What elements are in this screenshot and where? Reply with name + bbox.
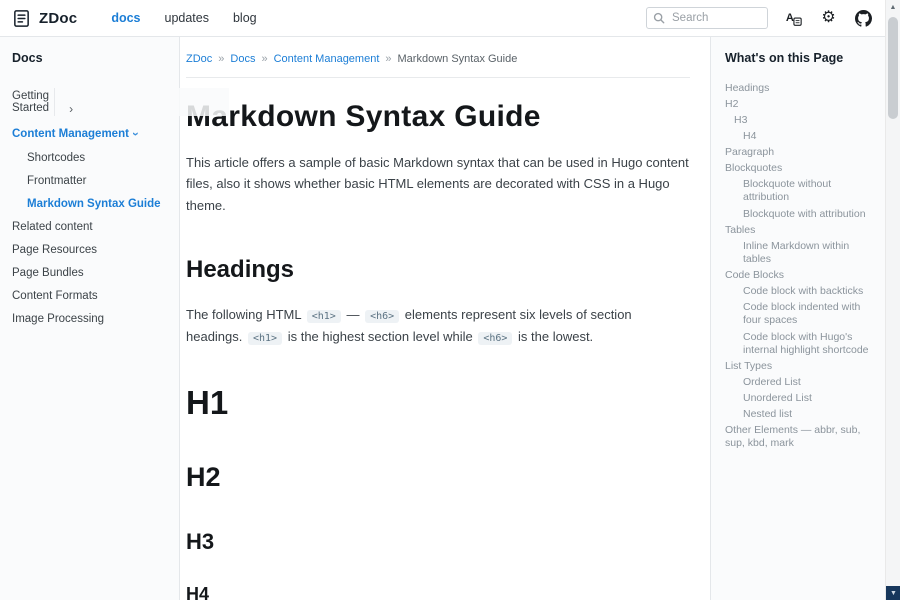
scroll-down-arrow[interactable]: ▼	[886, 586, 900, 600]
toc-item-list-types[interactable]: List Types	[725, 358, 877, 374]
sidebar-item-label: Related content	[12, 221, 93, 233]
toc-item-code-block-with-backticks[interactable]: Code block with backticks	[725, 284, 877, 300]
nav-link-updates[interactable]: updates	[165, 11, 209, 25]
github-icon[interactable]	[854, 9, 873, 28]
breadcrumb-item-content-management[interactable]: Content Management	[274, 53, 380, 65]
scrollbar[interactable]: ▲ ▼	[885, 0, 900, 600]
toc-item-code-block-with-hugo-s-internal-highlight-shortcode[interactable]: Code block with Hugo's internal highligh…	[725, 329, 877, 358]
paragraph-text: —	[343, 307, 363, 322]
topbar: ZDoc docs updates blog A	[0, 0, 885, 37]
toc-item-unordered-list[interactable]: Unordered List	[725, 391, 877, 407]
app-body: Docs Getting Started›Content Management›…	[0, 37, 885, 600]
sidebar-item-label: Content Formats	[12, 290, 98, 302]
app-window: ZDoc docs updates blog A	[0, 0, 900, 600]
sample-heading-h4: H4	[186, 585, 690, 600]
search-icon	[653, 12, 665, 24]
inline-code: <h6>	[478, 332, 512, 345]
breadcrumb-divider	[186, 77, 690, 78]
sample-heading-h1: H1	[186, 385, 690, 421]
sidebar-item-frontmatter[interactable]: Frontmatter	[12, 169, 171, 192]
sidebar-item-label: Frontmatter	[27, 175, 86, 187]
nav-link-blog[interactable]: blog	[233, 11, 257, 25]
toc-item-code-block-indented-with-four-spaces[interactable]: Code block indented with four spaces	[725, 300, 877, 329]
scroll-up-arrow[interactable]: ▲	[886, 0, 900, 15]
toc-item-other-elements-abbr-sub-sup-kbd-mark[interactable]: Other Elements — abbr, sub, sup, kbd, ma…	[725, 423, 877, 452]
toc-item-blockquote-with-attribution[interactable]: Blockquote with attribution	[725, 206, 877, 222]
topbar-nav: docs updates blog	[111, 11, 256, 25]
topbar-actions: A ⚙	[646, 7, 873, 29]
document-icon	[12, 9, 31, 28]
scrollbar-thumb[interactable]	[888, 17, 898, 119]
breadcrumb-separator: »	[261, 53, 267, 65]
breadcrumb-item-docs[interactable]: Docs	[230, 53, 255, 65]
inline-code: <h1>	[248, 332, 282, 345]
toc-title: What's on this Page	[725, 51, 877, 65]
chevron-down-icon: ›	[129, 132, 143, 136]
toc-item-tables[interactable]: Tables	[725, 222, 877, 238]
toc-item-h4[interactable]: H4	[725, 128, 877, 144]
sidebar-item-shortcodes[interactable]: Shortcodes	[12, 146, 171, 169]
sample-headings: H1H2H3H4H5H6	[186, 385, 690, 600]
nav-link-docs[interactable]: docs	[111, 11, 140, 25]
search-box	[646, 7, 768, 29]
toc-item-h3[interactable]: H3	[725, 112, 877, 128]
sidebar-item-page-bundles[interactable]: Page Bundles	[12, 261, 171, 284]
sidebar-item-getting-started[interactable]: Getting Started›	[12, 82, 171, 121]
paragraph-text: is the lowest.	[514, 329, 593, 344]
breadcrumb-separator: »	[385, 53, 391, 65]
breadcrumb-separator: »	[218, 53, 224, 65]
inline-code: <h1>	[307, 310, 341, 323]
toc-item-inline-markdown-within-tables[interactable]: Inline Markdown within tables	[725, 238, 877, 267]
sidebar-item-content-formats[interactable]: Content Formats	[12, 284, 171, 307]
breadcrumb-item-markdown-syntax-guide: Markdown Syntax Guide	[398, 53, 518, 65]
toc-item-code-blocks[interactable]: Code Blocks	[725, 268, 877, 284]
sample-heading-h2: H2	[186, 463, 690, 493]
sidebar-item-label: Image Processing	[12, 313, 104, 325]
toc-item-headings[interactable]: Headings	[725, 80, 877, 96]
section-heading: Headings	[186, 256, 690, 284]
toc-item-h2[interactable]: H2	[725, 96, 877, 112]
paragraph-text: is the highest section level while	[284, 329, 476, 344]
sidebar-item-label: Page Resources	[12, 244, 97, 256]
breadcrumb-item-zdoc[interactable]: ZDoc	[186, 53, 212, 65]
toc-list: HeadingsH2H3H4ParagraphBlockquotesBlockq…	[725, 80, 877, 452]
brand[interactable]: ZDoc	[12, 9, 77, 28]
sidebar-item-label: Page Bundles	[12, 267, 84, 279]
sidebar-item-label: Getting Started	[12, 90, 49, 114]
sidebar-item-label: Shortcodes	[27, 152, 85, 164]
main-content: ZDoc » Docs » Content Management » Markdown Sy…	[180, 37, 710, 600]
breadcrumb: ZDoc » Docs » Content Management » Markdown Sy…	[186, 53, 690, 65]
toc-item-nested-list[interactable]: Nested list	[725, 407, 877, 423]
translate-icon[interactable]: A	[784, 9, 803, 28]
gear-icon[interactable]: ⚙	[819, 9, 838, 28]
sample-heading-h3: H3	[186, 530, 690, 554]
toc-item-paragraph[interactable]: Paragraph	[725, 145, 877, 161]
svg-text:A: A	[786, 12, 794, 24]
page-title: Markdown Syntax Guide	[186, 100, 690, 134]
toc-sidebar: What's on this Page HeadingsH2H3H4Paragr…	[710, 37, 885, 600]
sidebar-item-image-processing[interactable]: Image Processing	[12, 307, 171, 330]
paragraph-text: The following HTML	[186, 307, 305, 322]
headings-paragraph: The following HTML <h1> — <h6> elements …	[186, 304, 690, 348]
sidebar-item-markdown-syntax-guide[interactable]: Markdown Syntax Guide	[12, 192, 171, 215]
sidebar-list: Getting Started›Content Management›Short…	[12, 82, 171, 330]
chevron-right-icon: ›	[54, 88, 229, 116]
intro-paragraph: This article offers a sample of basic Ma…	[186, 152, 690, 216]
toc-item-blockquotes[interactable]: Blockquotes	[725, 161, 877, 177]
brand-name: ZDoc	[39, 10, 77, 27]
search-input[interactable]	[670, 11, 761, 25]
sidebar-item-related-content[interactable]: Related content	[12, 215, 171, 238]
sidebar-item-label: Markdown Syntax Guide	[27, 198, 161, 210]
toc-item-ordered-list[interactable]: Ordered List	[725, 374, 877, 390]
sidebar-item-label: Content Management	[12, 128, 129, 140]
left-sidebar: Docs Getting Started›Content Management›…	[0, 37, 180, 600]
sidebar-item-content-management[interactable]: Content Management›	[12, 121, 171, 146]
toc-item-blockquote-without-attribution[interactable]: Blockquote without attribution	[725, 177, 877, 206]
sidebar-item-page-resources[interactable]: Page Resources	[12, 238, 171, 261]
sidebar-title: Docs	[12, 51, 171, 65]
inline-code: <h6>	[365, 310, 399, 323]
